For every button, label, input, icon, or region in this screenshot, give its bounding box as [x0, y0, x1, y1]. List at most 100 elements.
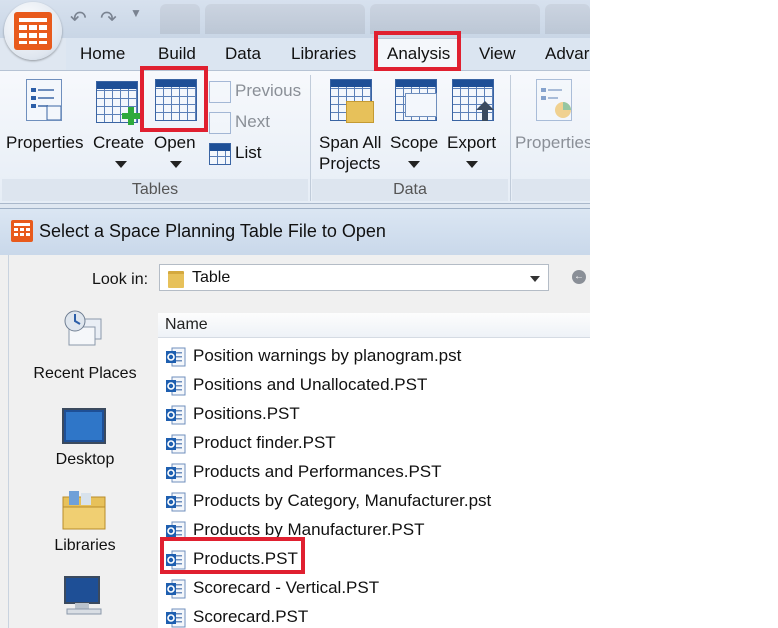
- data-group-label: Data: [312, 179, 508, 201]
- next-label: Next: [235, 112, 270, 131]
- back-arrow-icon[interactable]: ←: [572, 270, 586, 284]
- file-name: Products by Category, Manufacturer.pst: [193, 491, 492, 510]
- tab-view[interactable]: View: [479, 44, 516, 64]
- background-tab: [205, 4, 365, 34]
- file-row[interactable]: Products and Performances.PST: [158, 458, 590, 487]
- file-list: Name Position warnings by planogram.pst P…: [158, 313, 590, 628]
- places-bar: Recent Places Desktop Libraries: [16, 305, 154, 628]
- table-properties-icon: [26, 79, 62, 121]
- scope-label: Scope: [390, 133, 439, 152]
- pst-file-icon: [166, 434, 186, 454]
- open-file-dialog: Select a Space Planning Table File to Op…: [0, 208, 590, 628]
- scope-dropdown-icon[interactable]: [408, 161, 420, 168]
- libraries-label: Libraries: [54, 537, 116, 554]
- look-in-dropdown[interactable]: Table: [159, 264, 549, 291]
- previous-icon: [209, 81, 231, 103]
- ribbon-tabs: Home Build Data Libraries Analysis View …: [66, 38, 590, 70]
- chevron-down-icon: [530, 276, 540, 282]
- file-name: Scorecard.PST: [193, 607, 309, 626]
- export-label: Export: [447, 133, 497, 152]
- tab-build[interactable]: Build: [158, 44, 196, 64]
- desktop-icon: [61, 407, 107, 447]
- group-separator: [510, 75, 511, 201]
- application-window: ↶ ↷ ▼ Home Build Data Libraries Analysis…: [0, 0, 590, 628]
- ribbon: Properties Create Open Previous Next Lis…: [0, 70, 590, 204]
- tab-libraries[interactable]: Libraries: [291, 44, 356, 64]
- dialog-title-bar: Select a Space Planning Table File to Op…: [0, 209, 590, 255]
- file-row[interactable]: Scorecard - Vertical.PST: [158, 574, 590, 603]
- next-icon: [209, 112, 231, 134]
- quick-access-customize-icon[interactable]: ▼: [130, 6, 142, 20]
- group-separator: [310, 75, 311, 201]
- libraries-icon: [61, 491, 107, 531]
- pst-file-icon: [166, 376, 186, 396]
- column-header-name[interactable]: Name: [158, 313, 590, 338]
- file-row[interactable]: Positions and Unallocated.PST: [158, 371, 590, 400]
- span-all-label-line2: Projects: [319, 154, 381, 173]
- create-dropdown-icon[interactable]: [115, 161, 127, 168]
- look-in-value: Table: [192, 269, 231, 286]
- file-name: Positions.PST: [193, 404, 300, 423]
- look-in-label: Look in:: [92, 271, 149, 288]
- tab-home[interactable]: Home: [80, 44, 125, 64]
- span-all-label-line1: Span All: [319, 133, 382, 152]
- title-strip: ↶ ↷ ▼: [0, 0, 590, 38]
- tab-data[interactable]: Data: [225, 44, 261, 64]
- analysis-properties-label: Properties: [515, 133, 590, 152]
- file-name: Position warnings by planogram.pst: [193, 346, 462, 365]
- app-logo-icon: [14, 12, 52, 50]
- column-header-label: Name: [165, 316, 208, 333]
- file-row[interactable]: Products.PST: [158, 545, 590, 574]
- scope-window-icon: [405, 93, 437, 117]
- open-table-icon: [155, 79, 197, 121]
- pst-file-icon: [166, 463, 186, 483]
- file-row[interactable]: Products by Category, Manufacturer.pst: [158, 487, 590, 516]
- file-row[interactable]: Scorecard.PST: [158, 603, 590, 628]
- file-name: Positions and Unallocated.PST: [193, 375, 428, 394]
- export-arrow-icon: [476, 101, 494, 121]
- tab-analysis[interactable]: Analysis: [376, 38, 462, 69]
- file-name: Products by Manufacturer.PST: [193, 520, 425, 539]
- pst-file-icon: [166, 405, 186, 425]
- tables-group-label: Tables: [2, 179, 308, 201]
- dialog-app-icon: [11, 220, 33, 242]
- export-dropdown-icon[interactable]: [466, 161, 478, 168]
- dialog-title: Select a Space Planning Table File to Op…: [39, 221, 386, 241]
- file-name: Scorecard - Vertical.PST: [193, 578, 380, 597]
- open-label: Open: [154, 133, 196, 152]
- properties-label: Properties: [6, 133, 84, 152]
- pst-file-icon: [166, 347, 186, 367]
- file-name: Products and Performances.PST: [193, 462, 442, 481]
- file-name: Products.PST: [193, 549, 298, 568]
- list-icon: [209, 143, 231, 165]
- pst-file-icon: [166, 492, 186, 512]
- background-tab: [370, 4, 540, 34]
- third-group-label: [512, 179, 590, 201]
- recent-places-label: Recent Places: [33, 365, 137, 382]
- pst-file-icon: [166, 521, 186, 541]
- file-row[interactable]: Products by Manufacturer.PST: [158, 516, 590, 545]
- pst-file-icon: [166, 579, 186, 599]
- background-tab: [160, 4, 200, 34]
- background-tab: [545, 4, 590, 34]
- pst-file-icon: [166, 608, 186, 628]
- file-row[interactable]: Position warnings by planogram.pst: [158, 342, 590, 371]
- recent-places-icon: [61, 309, 107, 349]
- tab-advanced[interactable]: Advar: [545, 44, 589, 64]
- file-name: Product finder.PST: [193, 433, 336, 452]
- folder-icon: [346, 101, 374, 123]
- file-row[interactable]: Product finder.PST: [158, 429, 590, 458]
- undo-icon[interactable]: ↶: [70, 6, 87, 31]
- file-row[interactable]: Positions.PST: [158, 400, 590, 429]
- pst-file-icon: [166, 550, 186, 570]
- list-label: List: [235, 143, 262, 162]
- chart-properties-icon: [536, 79, 572, 121]
- folder-icon: [168, 271, 184, 288]
- computer-icon: [61, 575, 107, 615]
- previous-label: Previous: [235, 81, 302, 100]
- open-dropdown-icon[interactable]: [170, 161, 182, 168]
- redo-icon[interactable]: ↷: [100, 6, 117, 31]
- add-icon: [122, 107, 140, 125]
- application-menu-button[interactable]: [4, 2, 62, 60]
- create-label: Create: [93, 133, 145, 152]
